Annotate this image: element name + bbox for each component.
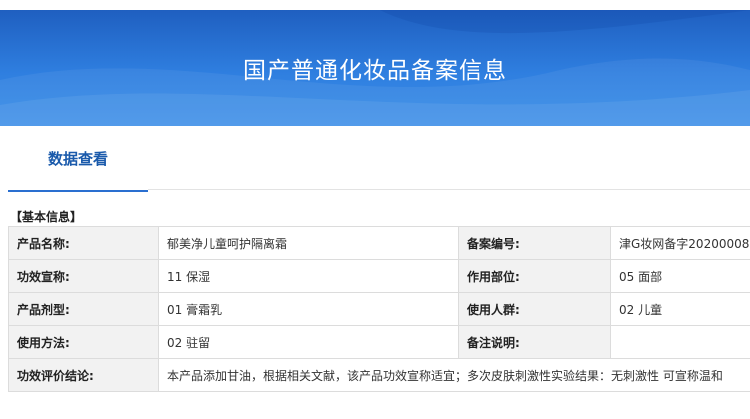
dosage-form-label: 产品剂型: [8,292,159,326]
usage-method-value: 02 驻留 [158,325,459,359]
tab-divider-line [148,189,750,190]
target-users-label: 使用人群: [458,292,611,326]
target-users-value: 02 儿童 [610,292,750,326]
table-row: 功效评价结论: 本产品添加甘油，根据相关文献，该产品功效宣称适宜；多次皮肤刺激性… [8,358,750,392]
basic-info-table: 产品名称: 郁美净儿童呵护隔离霜 备案编号: 津G妆网备字2020000891 … [8,226,750,392]
evaluation-conclusion-label: 功效评价结论: [8,358,159,392]
page-banner: 国产普通化妆品备案信息 [0,10,750,126]
efficacy-claim-label: 功效宣称: [8,259,159,293]
product-name-label: 产品名称: [8,226,159,260]
remarks-label: 备注说明: [458,325,611,359]
application-area-label: 作用部位: [458,259,611,293]
product-name-value: 郁美净儿童呵护隔离霜 [158,226,459,260]
record-number-value: 津G妆网备字2020000891 [610,226,750,260]
top-white-strip [0,0,750,10]
table-row: 使用方法: 02 驻留 备注说明: [8,325,750,359]
application-area-value: 05 面部 [610,259,750,293]
evaluation-conclusion-value: 本产品添加甘油，根据相关文献，该产品功效宣称适宜；多次皮肤刺激性实验结果：无刺激… [158,358,750,392]
tab-bar: 数据查看 [0,126,750,192]
section-title-basic-info: 【基本信息】 [10,210,83,224]
dosage-form-value: 01 膏霜乳 [158,292,459,326]
record-number-label: 备案编号: [458,226,611,260]
usage-method-label: 使用方法: [8,325,159,359]
tab-data-view[interactable]: 数据查看 [8,126,148,192]
remarks-value [610,325,750,359]
efficacy-claim-value: 11 保湿 [158,259,459,293]
page-title: 国产普通化妆品备案信息 [243,58,507,84]
table-row: 产品名称: 郁美净儿童呵护隔离霜 备案编号: 津G妆网备字2020000891 [8,226,750,260]
table-row: 产品剂型: 01 膏霜乳 使用人群: 02 儿童 [8,292,750,326]
table-row: 功效宣称: 11 保湿 作用部位: 05 面部 [8,259,750,293]
